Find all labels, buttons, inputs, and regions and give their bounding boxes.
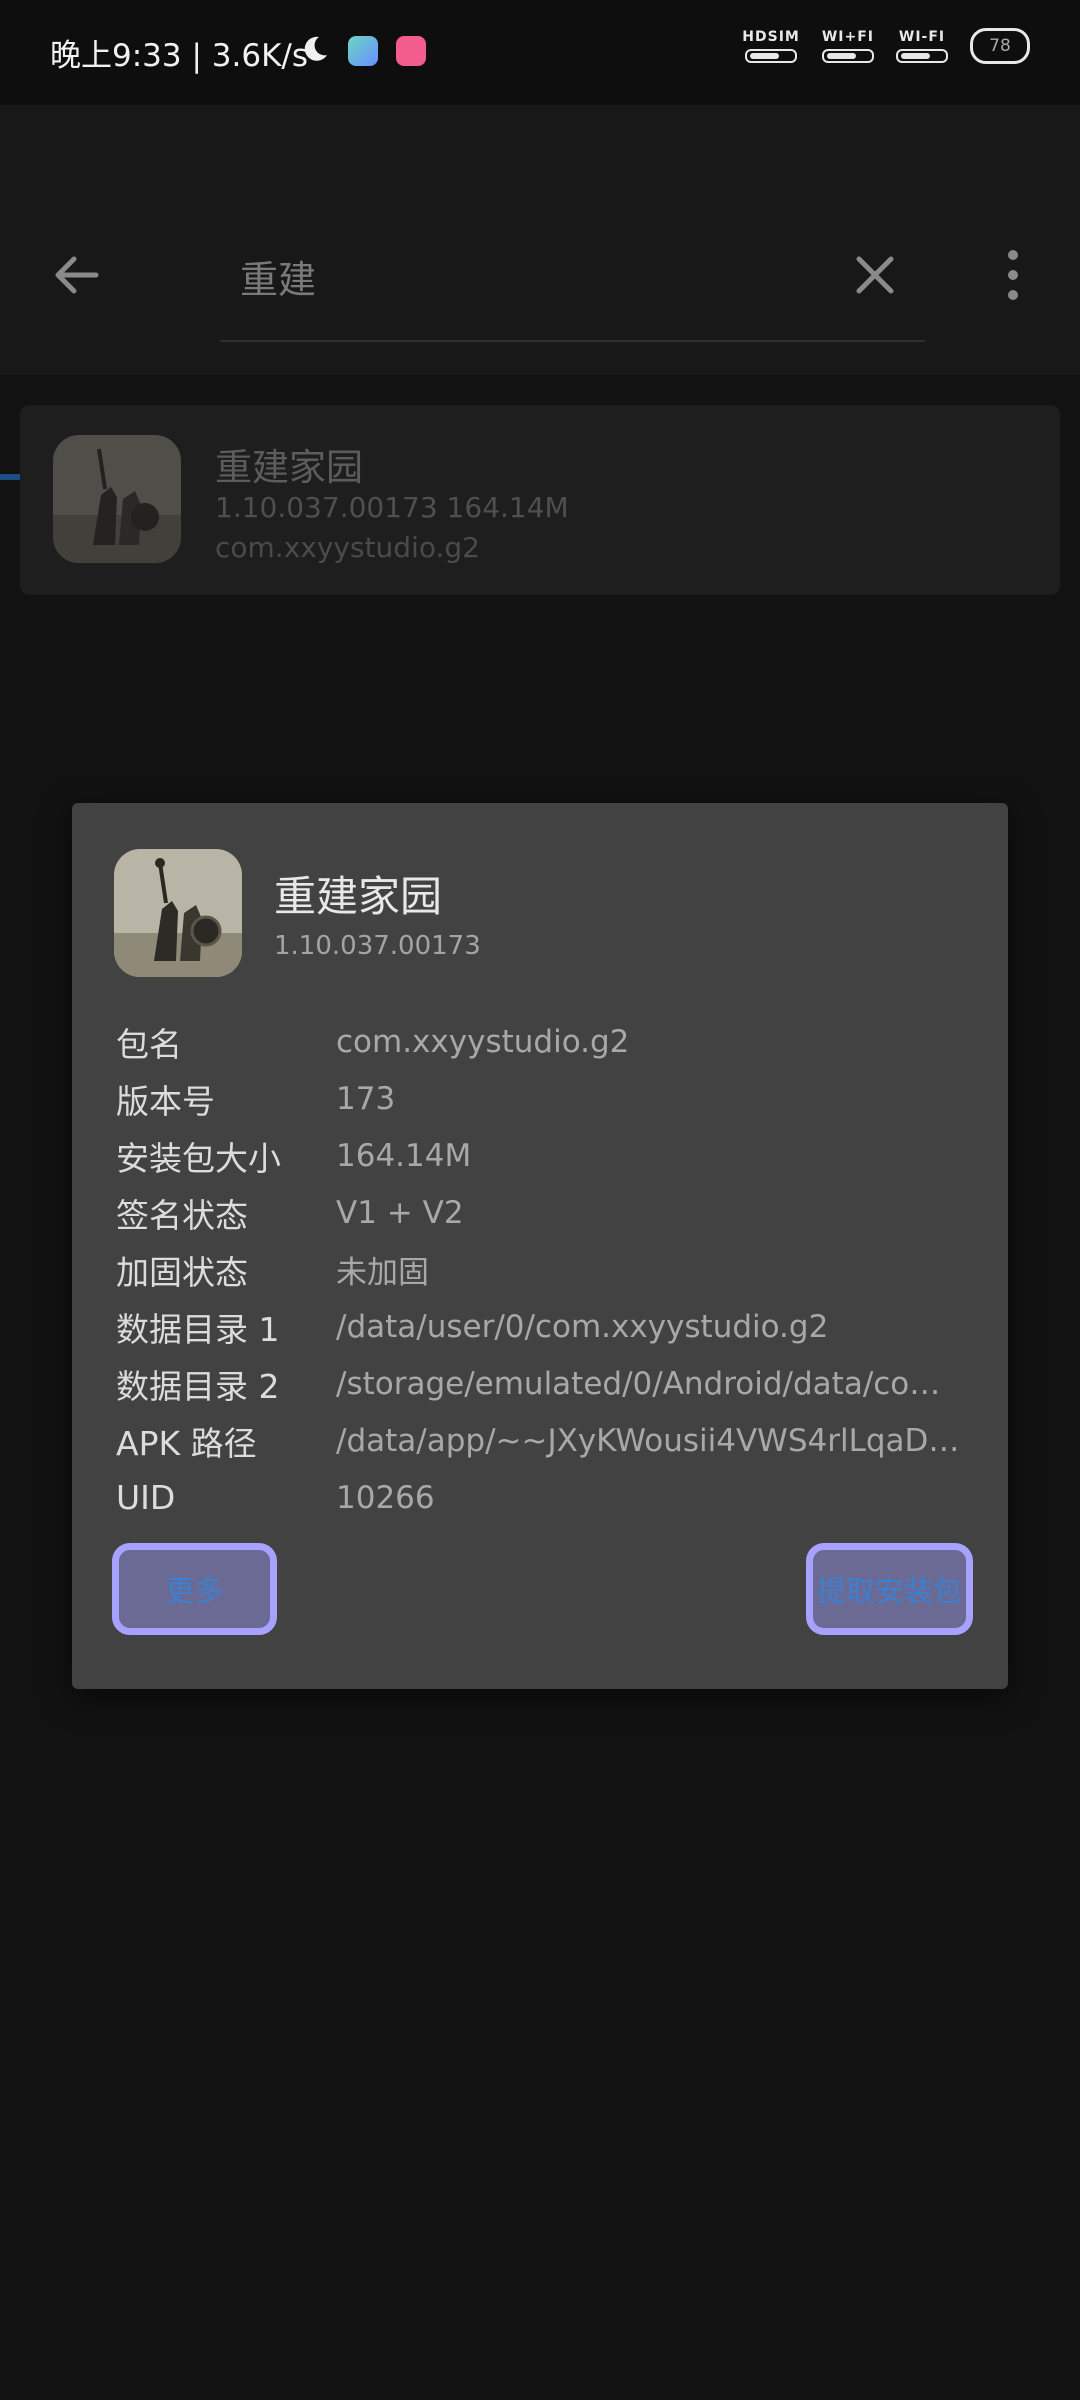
info-value: 10266 bbox=[336, 1479, 435, 1516]
sim-signal-icon: HDSIM bbox=[742, 29, 800, 63]
info-key: APK 路径 bbox=[116, 1423, 257, 1463]
app-icon bbox=[53, 435, 181, 563]
list-item[interactable]: 重建家园 1.10.037.00173 164.14M com.xxyystud… bbox=[20, 405, 1060, 595]
app-icon bbox=[114, 849, 242, 977]
close-icon bbox=[856, 256, 894, 294]
back-button[interactable] bbox=[48, 245, 108, 305]
search-field[interactable]: 重建 bbox=[220, 225, 925, 342]
info-value: /data/app/~~JXyKWousii4VWS4rlLqaDw… bbox=[336, 1422, 966, 1459]
info-row-size: 安装包大小 164.14M bbox=[116, 1127, 966, 1184]
more-vertical-icon bbox=[1008, 250, 1018, 300]
info-key: 签名状态 bbox=[116, 1195, 248, 1235]
search-input[interactable]: 重建 bbox=[240, 249, 316, 304]
arrow-left-icon bbox=[55, 256, 99, 294]
list-item-package: com.xxyystudio.g2 bbox=[215, 531, 480, 564]
info-row-uid: UID 10266 bbox=[116, 1469, 966, 1526]
info-key: UID bbox=[116, 1478, 176, 1517]
info-value: 173 bbox=[336, 1080, 396, 1117]
info-key: 数据目录 1 bbox=[116, 1309, 280, 1349]
info-value: V1 + V2 bbox=[336, 1194, 464, 1231]
clear-search-button[interactable] bbox=[845, 245, 905, 305]
wifi-label: WI+FI bbox=[821, 29, 874, 45]
app-info-dialog: 重建家园 1.10.037.00173 包名 com.xxyystudio.g2 … bbox=[72, 803, 1008, 1689]
app-bar: 重建 用户应用 系统应用 bbox=[0, 105, 1080, 480]
status-notification-icons bbox=[300, 34, 426, 68]
info-value: /data/user/0/com.xxyystudio.g2 bbox=[336, 1308, 829, 1345]
info-value: 未加固 bbox=[336, 1255, 429, 1291]
info-value: /storage/emulated/0/Android/data/com… bbox=[336, 1365, 966, 1402]
info-row-package: 包名 com.xxyystudio.g2 bbox=[116, 1013, 966, 1070]
info-row-signature: 签名状态 V1 + V2 bbox=[116, 1184, 966, 1241]
info-key: 安装包大小 bbox=[116, 1138, 281, 1178]
info-key: 加固状态 bbox=[116, 1252, 248, 1292]
status-system-icons: HDSIM WI+FI WI-FI 78 bbox=[742, 28, 1030, 64]
app-notification-icon bbox=[348, 36, 378, 66]
battery-icon: 78 bbox=[970, 28, 1030, 64]
moon-icon bbox=[300, 34, 330, 68]
info-row-protection: 加固状态 未加固 bbox=[116, 1241, 966, 1298]
list-item-meta: 1.10.037.00173 164.14M bbox=[215, 491, 569, 524]
info-row-data-dir-1: 数据目录 1/data/user/0/com.xxyystudio.g2 bbox=[116, 1298, 966, 1355]
status-bar: 晚上9:33 | 3.6K/s HDSIM WI+FI WI-FI 78 bbox=[0, 0, 1080, 105]
status-time: 晚上9:33 | 3.6K/s bbox=[50, 38, 308, 74]
info-key: 版本号 bbox=[116, 1081, 215, 1121]
wifi-secondary-icon: WI-FI bbox=[896, 29, 948, 63]
sim-label: HDSIM bbox=[742, 29, 800, 45]
bilibili-icon bbox=[396, 36, 426, 66]
app-info-list: 包名 com.xxyystudio.g2 版本号 173 安装包大小 164.14M … bbox=[116, 1013, 966, 1526]
info-value: com.xxyystudio.g2 bbox=[336, 1023, 630, 1060]
wifi-label-2: WI-FI bbox=[898, 29, 946, 45]
more-button[interactable]: 更多 bbox=[112, 1543, 277, 1635]
dialog-title: 重建家园 bbox=[274, 872, 443, 921]
dialog-version: 1.10.037.00173 bbox=[274, 931, 481, 961]
info-row-apk-path: APK 路径/data/app/~~JXyKWousii4VWS4rlLqaDw… bbox=[116, 1412, 966, 1469]
battery-level: 78 bbox=[989, 36, 1011, 56]
info-key: 包名 bbox=[116, 1024, 182, 1064]
wifi-icon: WI+FI bbox=[822, 29, 874, 63]
info-row-data-dir-2: 数据目录 2/storage/emulated/0/Android/data/c… bbox=[116, 1355, 966, 1412]
info-row-version-code: 版本号 173 bbox=[116, 1070, 966, 1127]
info-value: 164.14M bbox=[336, 1137, 472, 1174]
list-item-title: 重建家园 bbox=[215, 446, 363, 489]
extract-apk-button[interactable]: 提取安装包 bbox=[806, 1543, 973, 1635]
info-key: 数据目录 2 bbox=[116, 1366, 280, 1406]
overflow-menu-button[interactable] bbox=[998, 245, 1028, 305]
